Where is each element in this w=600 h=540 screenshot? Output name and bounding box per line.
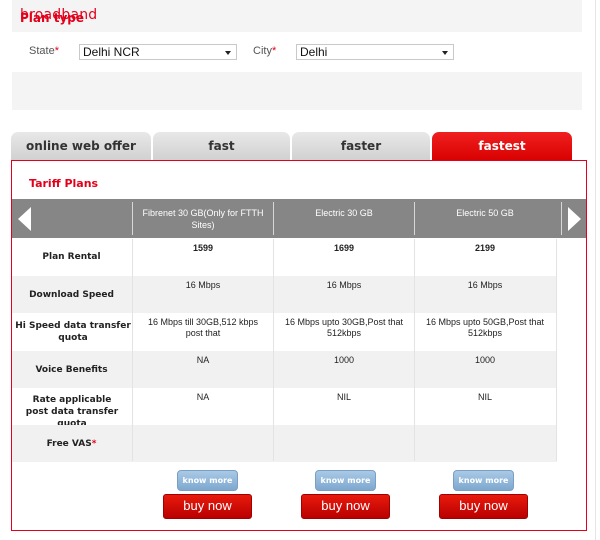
chevron-down-icon — [225, 51, 231, 55]
column-divider — [556, 239, 557, 461]
broadband-header — [12, 0, 582, 32]
table-row: Hi Speed data transfer quota 16 Mbps til… — [12, 313, 557, 351]
plan-name-header: Electric 50 GB — [456, 208, 514, 218]
table-row: Voice Benefits NA 1000 1000 — [12, 351, 557, 388]
table-row: Rate applicable post data transfer quota… — [12, 388, 557, 429]
row-label: Download Speed — [29, 290, 114, 300]
plan-type-section — [12, 72, 582, 110]
know-more-button[interactable]: know more — [453, 470, 514, 491]
table-cell: 1000 — [474, 355, 496, 365]
table-cell: 1000 — [333, 355, 355, 365]
table-cell: 16 Mbps till 30GB,512 kbps post that — [147, 317, 259, 338]
state-select-value: Delhi NCR — [83, 45, 140, 59]
plan-name-header: Fibrenet 30 GB(Only for FTTH Sites) — [142, 208, 264, 230]
table-cell: NIL — [336, 392, 351, 402]
plan-name-header: Electric 30 GB — [315, 208, 373, 218]
table-cell: NIL — [477, 392, 492, 402]
buy-now-button[interactable]: buy now — [163, 494, 252, 519]
table-cell: 1599 — [192, 243, 214, 253]
table-cell — [415, 425, 555, 429]
column-divider — [414, 239, 415, 461]
buy-now-button[interactable]: buy now — [439, 494, 528, 519]
table-cell — [274, 425, 414, 429]
city-label: City* — [253, 45, 277, 57]
table-cell: 16 Mbps — [467, 280, 503, 290]
table-row: Download Speed 16 Mbps 16 Mbps 16 Mbps — [12, 276, 557, 313]
arrow-left-icon[interactable] — [18, 207, 31, 231]
tab-faster[interactable]: faster — [292, 132, 430, 161]
table-cell: NA — [196, 355, 210, 365]
chevron-down-icon — [442, 51, 448, 55]
table-cell: 16 Mbps upto 30GB,Post that 512kbps — [284, 317, 404, 338]
row-label: Plan Rental — [42, 252, 101, 262]
row-label: Hi Speed data transfer quota — [15, 321, 131, 343]
row-label: Free VAS* — [46, 439, 97, 449]
plan-type-title: Plan type — [20, 11, 85, 25]
tariff-panel: Tariff Plans Fibrenet 30 GB(Only for FTT… — [11, 160, 587, 531]
tab-fast[interactable]: fast — [153, 132, 290, 161]
city-select[interactable]: Delhi — [296, 44, 454, 60]
row-label: Voice Benefits — [35, 365, 108, 375]
column-divider — [132, 239, 133, 461]
tab-online-web-offer[interactable]: online web offer — [11, 132, 151, 161]
city-select-value: Delhi — [300, 45, 328, 59]
table-cell: 2199 — [474, 243, 496, 253]
know-more-button[interactable]: know more — [177, 470, 238, 491]
table-cell: NA — [196, 392, 210, 402]
state-select[interactable]: Delhi NCR — [79, 44, 237, 60]
table-cell: 16 Mbps — [185, 280, 221, 290]
plans-header-row: Fibrenet 30 GB(Only for FTTH Sites) Elec… — [12, 199, 586, 238]
column-divider — [273, 239, 274, 461]
state-label: State* — [29, 45, 59, 57]
table-row: Plan Rental 1599 1699 2199 — [12, 239, 557, 276]
tab-fastest[interactable]: fastest — [432, 132, 572, 161]
know-more-button[interactable]: know more — [315, 470, 376, 491]
arrow-right-icon[interactable] — [568, 207, 581, 231]
table-cell — [133, 425, 273, 429]
table-row: Free VAS* — [12, 425, 557, 462]
table-cell: 1699 — [333, 243, 355, 253]
table-cell: 16 Mbps upto 50GB,Post that 512kbps — [425, 317, 545, 338]
page-scroll-edge — [595, 0, 596, 540]
table-cell: 16 Mbps — [326, 280, 362, 290]
buy-now-button[interactable]: buy now — [301, 494, 390, 519]
column-divider — [561, 202, 562, 235]
tariff-plans-title: Tariff Plans — [29, 177, 99, 190]
